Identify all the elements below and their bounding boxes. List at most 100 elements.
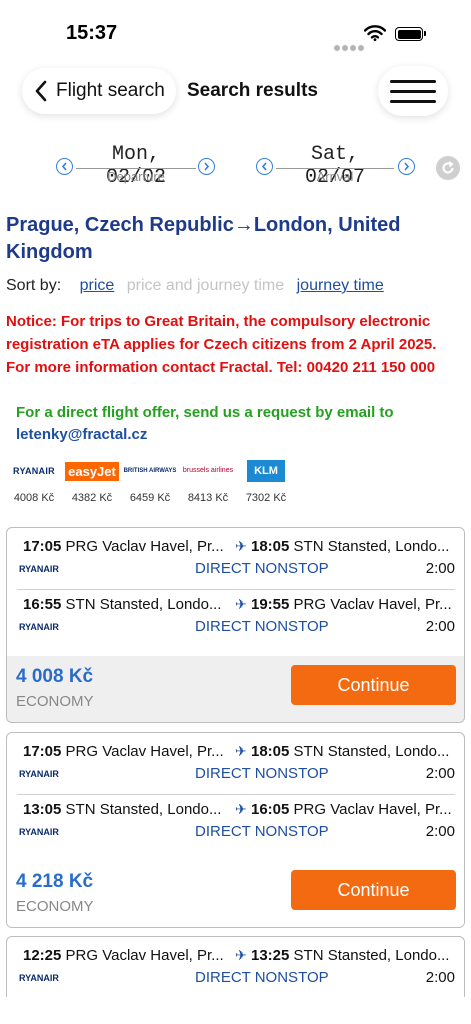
departure-time: 12:25 [23, 947, 62, 964]
eta-notice: Notice: For trips to Great Britain, the … [6, 313, 437, 376]
chevron-left-icon [261, 162, 267, 171]
airline-price: 4382 Kč [71, 492, 113, 504]
klm-logo-text: KLM [254, 465, 278, 477]
wifi-icon [364, 25, 386, 41]
arrival-info: 18:05 STN Stansted, Londo... [251, 743, 449, 760]
airline-logo: RYANAIR [19, 827, 59, 837]
outbound-segment: 17:05 PRG Vaclav Havel, Pr... ✈ 18:05 ST… [17, 530, 455, 582]
plane-icon: ✈ [235, 538, 247, 554]
return-segment: 13:05 STN Stansted, Londo... ✈ 16:05 PRG… [17, 793, 455, 845]
airline-logo: RYANAIR [19, 622, 59, 632]
airline-logo: RYANAIR [19, 564, 59, 574]
status-bar: 15:37 [0, 0, 471, 60]
departure-label: Departure [107, 169, 165, 184]
battery-icon [395, 27, 426, 41]
arrival-info: 13:25 STN Stansted, Londo... [251, 947, 449, 964]
chevron-right-icon [404, 162, 410, 171]
back-button[interactable]: Flight search [22, 68, 176, 114]
sort-option-journey-time[interactable]: journey time [297, 277, 384, 294]
airline-strip: RYANAIR 4008 Kč easyJet 4382 Kč BRITISH … [6, 458, 306, 508]
outbound-segment: 12:25 PRG Vaclav Havel, Pr... ✈ 13:25 ST… [17, 939, 455, 991]
flight-duration: 2:00 [425, 765, 455, 782]
airline-price: 4008 Kč [13, 492, 55, 504]
route-title: Prague, Czech Republic→London, United Ki… [6, 214, 401, 263]
sort-label: Sort by: [6, 277, 62, 294]
airline-filter-brussels[interactable]: brussels airlines 8413 Kč [180, 458, 236, 504]
departure-airport: STN Stansted, Londo... [65, 801, 222, 818]
hamburger-icon [390, 80, 436, 83]
arrival-time: 16:05 [251, 801, 290, 818]
continue-button[interactable]: Continue [291, 665, 456, 705]
arrival-next-button[interactable] [398, 158, 415, 175]
flight-offer-card[interactable]: 17:05 PRG Vaclav Havel, Pr... ✈ 18:05 ST… [6, 527, 465, 723]
airline-price: 6459 Kč [129, 492, 171, 504]
continue-button[interactable]: Continue [291, 870, 456, 910]
departure-prev-button[interactable] [56, 158, 73, 175]
flight-offer-card[interactable]: 17:05 PRG Vaclav Havel, Pr... ✈ 18:05 ST… [6, 732, 465, 928]
departure-airport: PRG Vaclav Havel, Pr... [65, 947, 224, 964]
airline-logo: RYANAIR [13, 466, 55, 476]
email-link[interactable]: letenky@fractal.cz [16, 426, 147, 443]
departure-time: 17:05 [23, 538, 62, 555]
chevron-right-icon [204, 162, 210, 171]
arrival-info: 16:05 PRG Vaclav Havel, Pr... [251, 801, 452, 818]
hamburger-icon-line [390, 100, 436, 103]
menu-button[interactable] [378, 66, 448, 116]
arrival-airport: STN Stansted, Londo... [293, 743, 450, 760]
cellular-signal-icon [334, 38, 366, 56]
airline-logo: RYANAIR [19, 769, 59, 779]
refresh-icon[interactable] [436, 156, 460, 180]
flight-type: DIRECT NONSTOP [195, 765, 329, 782]
date-selector: Mon, 02/02 Departure Sat, 02/07 Arrival [0, 140, 471, 190]
hamburger-icon-line [390, 90, 436, 93]
plane-icon: ✈ [235, 801, 247, 817]
flight-offer-card[interactable]: 12:25 PRG Vaclav Havel, Pr... ✈ 13:25 ST… [6, 936, 465, 997]
arrival-info: 18:05 STN Stansted, Londo... [251, 538, 449, 555]
departure-info: 12:25 PRG Vaclav Havel, Pr... [23, 947, 224, 964]
arrival-label: Arrival [316, 169, 354, 184]
departure-info: 16:55 STN Stansted, Londo... [23, 596, 221, 613]
departure-info: 17:05 PRG Vaclav Havel, Pr... [23, 538, 224, 555]
departure-time: 17:05 [23, 743, 62, 760]
arrival-airport: STN Stansted, Londo... [293, 538, 450, 555]
cabin-class: ECONOMY [16, 898, 94, 915]
outbound-segment: 17:05 PRG Vaclav Havel, Pr... ✈ 18:05 ST… [17, 735, 455, 787]
arrival-airport: STN Stansted, Londo... [293, 947, 450, 964]
back-button-label: Flight search [56, 80, 165, 101]
price-area: 4 218 Kč ECONOMY Continue [7, 861, 464, 927]
sort-option-price-and-time[interactable]: price and journey time [127, 277, 284, 294]
departure-next-button[interactable] [198, 158, 215, 175]
airline-filter-british-airways[interactable]: BRITISH AIRWAYS 6459 Kč [122, 458, 178, 504]
flight-duration: 2:00 [425, 560, 455, 577]
departure-time: 13:05 [23, 801, 62, 818]
airline-price: 7302 Kč [245, 492, 287, 504]
return-segment: 16:55 STN Stansted, Londo... ✈ 19:55 PRG… [17, 588, 455, 640]
plane-icon: ✈ [235, 947, 247, 963]
airline-logo: brussels airlines [182, 467, 234, 474]
flight-type: DIRECT NONSTOP [195, 560, 329, 577]
arrival-prev-button[interactable] [256, 158, 273, 175]
arrival-airport: PRG Vaclav Havel, Pr... [293, 801, 452, 818]
nav-bar: Flight search Search results [0, 62, 471, 120]
airline-logo: KLM [247, 460, 285, 482]
status-time: 15:37 [66, 22, 118, 44]
airline-filter-easyjet[interactable]: easyJet 4382 Kč [64, 458, 120, 504]
sort-option-price[interactable]: price [80, 277, 115, 294]
airline-filter-ryanair[interactable]: RYANAIR 4008 Kč [6, 458, 62, 504]
chevron-left-icon [35, 80, 47, 102]
page-title: Search results [187, 80, 318, 101]
flight-type: DIRECT NONSTOP [195, 969, 329, 986]
airline-filter-klm[interactable]: KLM 7302 Kč [238, 458, 294, 504]
departure-airport: PRG Vaclav Havel, Pr... [65, 743, 224, 760]
sort-row: Sort by: price price and journey time jo… [6, 277, 392, 295]
direct-offer-notice: For a direct flight offer, send us a req… [16, 402, 446, 446]
offer-price: 4 008 Kč [16, 666, 94, 687]
refresh-arrow-icon [442, 161, 454, 174]
chevron-left-icon [61, 162, 67, 171]
cabin-class: ECONOMY [16, 693, 94, 710]
flight-type: DIRECT NONSTOP [195, 823, 329, 840]
arrival-time: 13:25 [251, 947, 290, 964]
flight-duration: 2:00 [425, 823, 455, 840]
departure-info: 17:05 PRG Vaclav Havel, Pr... [23, 743, 224, 760]
airline-logo: easyJet [65, 461, 119, 481]
